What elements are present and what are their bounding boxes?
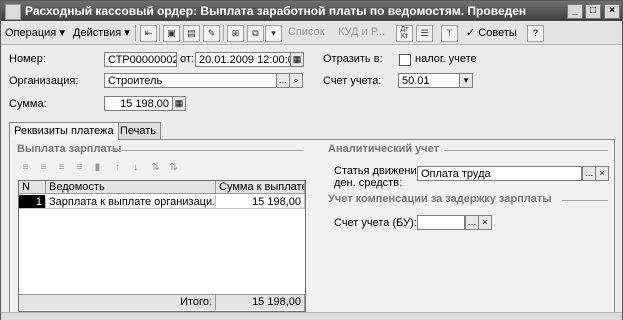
end-edit-icon[interactable]: ▮ — [90, 161, 105, 174]
tax-accounting-label: налог. учете — [415, 53, 477, 65]
sum-label: Сумма: — [9, 98, 47, 110]
dt-kt-icon[interactable]: Дт Кт — [396, 25, 413, 42]
column-header[interactable]: N — [19, 181, 46, 194]
sum-field[interactable]: 15 198,00 — [104, 96, 173, 111]
title-bar[interactable]: Расходный кассовый ордер: Выплата зарабо… — [1, 1, 622, 21]
tab-print[interactable]: Печать — [115, 122, 162, 139]
edit-row-icon[interactable]: ≡ — [54, 161, 69, 174]
cashflow-label-cont: ден. средств: — [334, 177, 403, 189]
column-header[interactable]: Сумма к выплате — [216, 181, 305, 194]
divider — [444, 150, 608, 151]
analytics-section-title: Аналитический учет — [328, 143, 440, 155]
cashflow-field[interactable]: Оплата труда — [417, 166, 582, 181]
delete-row-icon[interactable]: ≡ — [72, 161, 87, 174]
total-label: Итого: — [19, 294, 216, 310]
operation-menu[interactable]: Операция ▾ — [5, 26, 65, 39]
back-arrow-icon[interactable]: ⇤ — [140, 25, 157, 42]
payroll-section-title: Выплата зарплаты — [17, 143, 122, 155]
clear-icon[interactable]: × — [478, 215, 492, 230]
column-header[interactable]: Ведомость — [46, 181, 216, 194]
statement-cell[interactable]: Зарплата к выплате организаци... — [46, 195, 216, 209]
clear-icon[interactable]: × — [595, 166, 609, 181]
open-search-icon[interactable]: ⌕ — [289, 73, 303, 88]
date-field[interactable]: 20.01.2009 12:00:01 — [195, 52, 291, 67]
divider — [562, 200, 608, 201]
move-up-icon[interactable]: ↑ — [110, 161, 125, 174]
move-down-icon[interactable]: ↓ — [128, 161, 143, 174]
sort-desc-icon[interactable]: ⇅ — [166, 161, 181, 174]
create-based-dropdown-icon[interactable]: ▾ — [265, 25, 282, 42]
compensation-section-title: Учет компенсации за задержку зарплаты — [328, 193, 552, 205]
maximize-button[interactable]: □ — [585, 4, 601, 19]
actions-menu[interactable]: Действия ▾ — [73, 26, 130, 39]
copy-row-icon[interactable]: ≡ — [36, 161, 51, 174]
sort-asc-icon[interactable]: ⇅ — [148, 161, 163, 174]
calculator-icon[interactable]: ▦ — [172, 96, 186, 111]
list-button[interactable]: Список — [288, 26, 325, 38]
payroll-table[interactable]: N Ведомость Сумма к выплате 1 Зарплата к… — [18, 180, 306, 312]
close-button[interactable]: × — [604, 4, 620, 19]
separator — [223, 25, 224, 41]
tips-button[interactable]: ✓ Советы — [466, 26, 517, 39]
account-label: Счет учета: — [323, 75, 382, 87]
based-on-icon[interactable]: ⧉ — [247, 25, 264, 42]
separator — [135, 25, 136, 41]
help-button[interactable]: ? — [527, 25, 544, 42]
tab-payment-details[interactable]: Реквизиты платежа — [9, 122, 119, 140]
total-value: 15 198,00 — [216, 294, 305, 310]
number-field[interactable]: СТР00000002 — [104, 52, 177, 67]
journal-icon[interactable]: ☰ — [416, 25, 433, 42]
date-label: от: — [180, 53, 194, 65]
document-window: Расходный кассовый ордер: Выплата зарабо… — [0, 0, 623, 320]
cashflow-label: Статья движения — [334, 165, 423, 177]
amount-cell[interactable]: 15 198,00 — [216, 195, 305, 209]
reflect-label: Отразить в: — [323, 53, 383, 65]
account-field[interactable]: 50.01 — [398, 73, 460, 88]
unpost-document-icon[interactable]: ▤ — [183, 25, 200, 42]
structure-icon[interactable]: ⊞ — [227, 25, 244, 42]
post-document-icon[interactable]: ▣ — [163, 25, 180, 42]
document-icon — [5, 4, 21, 20]
select-ellipsis-icon[interactable]: … — [582, 166, 596, 181]
divider — [110, 150, 303, 151]
organization-field[interactable]: Строитель — [104, 73, 277, 88]
row-number[interactable]: 1 — [19, 195, 46, 209]
comp-account-field[interactable] — [417, 215, 465, 230]
tab-panel: Выплата зарплаты ≡ ≡ ≡ ≡ ▮ ↑ ↓ ⇅ ⇅ N Вед… — [9, 139, 615, 313]
write-icon[interactable]: ✎ — [203, 25, 220, 42]
kudir-button[interactable]: КУД и Р... — [338, 26, 385, 38]
minimize-button[interactable]: _ — [567, 4, 583, 19]
window-title: Расходный кассовый ордер: Выплата зарабо… — [25, 4, 527, 18]
separator — [159, 25, 160, 41]
organization-label: Организация: — [9, 75, 79, 87]
comp-account-label: Счет учета (БУ): — [334, 217, 417, 229]
number-label: Номер: — [9, 53, 46, 65]
status-bar — [1, 312, 622, 320]
add-row-icon[interactable]: ≡ — [18, 161, 33, 174]
select-ellipsis-icon[interactable]: … — [276, 73, 290, 88]
settings-icon[interactable]: ⊤ — [441, 25, 458, 42]
select-ellipsis-icon[interactable]: … — [465, 215, 479, 230]
calendar-icon[interactable]: ▦ — [290, 52, 304, 67]
table-toolbar: ≡ ≡ ≡ ≡ ▮ ↑ ↓ ⇅ ⇅ — [18, 161, 218, 175]
toolbar: Операция ▾ Действия ▾ ⇤ ▣ ▤ ✎ ⊞ ⧉ ▾ Спис… — [1, 22, 622, 45]
chevron-down-icon[interactable]: ▾ — [459, 73, 473, 88]
tax-accounting-checkbox[interactable] — [399, 54, 411, 66]
